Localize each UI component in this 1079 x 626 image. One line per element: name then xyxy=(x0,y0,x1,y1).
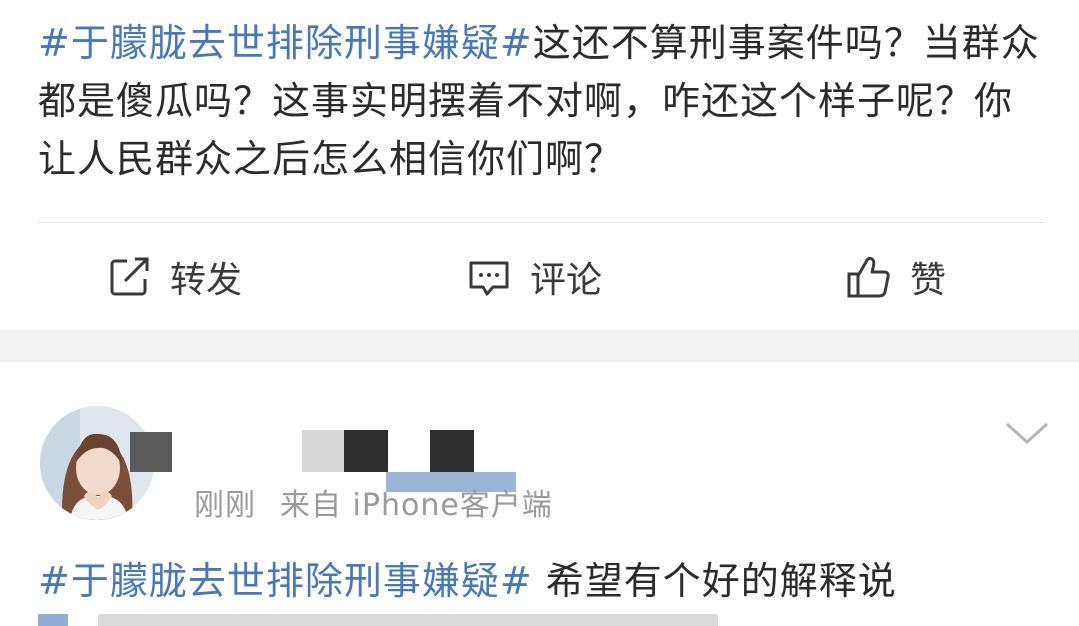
share-icon xyxy=(106,254,152,300)
more-options-button[interactable] xyxy=(1004,420,1050,448)
post-hashtag-link[interactable]: #于朦胧去世排除刑事嫌疑# xyxy=(38,21,533,65)
thumbs-up-icon xyxy=(846,254,892,300)
post-text: #于朦胧去世排除刑事嫌疑#这还不算刑事案件吗？当群众都是傻瓜吗？这事实明摆着不对… xyxy=(38,14,1048,188)
chevron-down-icon xyxy=(1005,422,1049,445)
comment-label: 评论 xyxy=(530,260,603,301)
blurred-username xyxy=(130,432,172,472)
like-button[interactable]: 赞 xyxy=(846,252,946,302)
blurred-username xyxy=(430,430,474,472)
repost-label: 转发 xyxy=(170,260,243,301)
comment-text: #于朦胧去世排除刑事嫌疑# 希望有个好的解释说 xyxy=(38,552,1048,610)
comment-icon xyxy=(466,254,512,300)
like-label: 赞 xyxy=(910,260,947,301)
repost-button[interactable]: 转发 xyxy=(106,252,242,302)
comment-hashtag-link[interactable]: #于朦胧去世排除刑事嫌疑# xyxy=(38,559,533,603)
comment-meta: 刚刚 来自 iPhone客户端 xyxy=(194,480,553,524)
post-divider xyxy=(38,222,1044,223)
section-separator xyxy=(0,330,1079,362)
comment-next-line-cutoff xyxy=(38,606,738,626)
comment-time: 刚刚 xyxy=(194,488,256,523)
blurred-username xyxy=(302,430,344,472)
blurred-username xyxy=(344,430,388,472)
post-action-bar: 转发 评论 赞 xyxy=(0,224,1079,330)
comment-source: 来自 iPhone客户端 xyxy=(280,488,553,523)
comment-button[interactable]: 评论 xyxy=(466,252,602,302)
comment-body: 希望有个好的解释说 xyxy=(532,559,897,603)
